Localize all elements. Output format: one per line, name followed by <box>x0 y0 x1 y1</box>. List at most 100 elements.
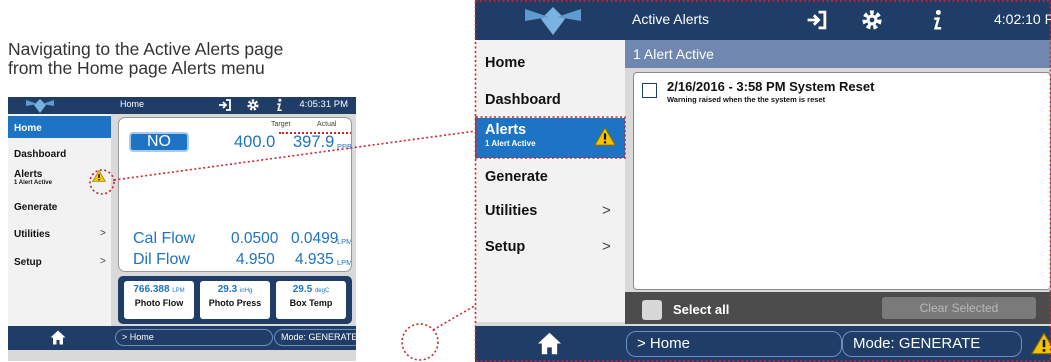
top-bar: Active Alerts 4:02:10 PM <box>475 0 1051 40</box>
gear-icon[interactable] <box>860 8 884 32</box>
card-label: Box Temp <box>289 298 333 308</box>
card-label: Photo Flow <box>134 298 184 308</box>
info-icon[interactable] <box>274 98 284 112</box>
clear-selected-button[interactable]: Clear Selected <box>882 297 1036 319</box>
card-unit: LPM <box>172 288 185 294</box>
sidebar-item-label: Dashboard <box>485 92 561 108</box>
card-value: 29.5 <box>292 284 313 295</box>
sidebar: Home Dashboard Alerts 1 Alert Active Gen… <box>8 114 111 326</box>
target-concentration: 400.0 <box>234 133 276 151</box>
home-icon[interactable] <box>50 330 66 345</box>
card-value-line: 29.3 inHg <box>200 284 270 295</box>
teledyne-logo-icon <box>26 99 54 113</box>
warning-triangle-icon[interactable] <box>1031 332 1051 355</box>
sidebar-item-label: Generate <box>485 169 548 185</box>
sidebar-item-dashboard[interactable]: Dashboard <box>475 81 625 118</box>
annotation-connector <box>432 304 477 331</box>
cal-flow-actual: 0.0499 <box>291 230 339 247</box>
annotation-dotted-line <box>279 132 351 134</box>
dil-flow-target: 4.950 <box>236 251 275 268</box>
sidebar-item-label: Generate <box>14 202 58 213</box>
select-all-checkbox[interactable] <box>642 300 662 320</box>
sidebar-item-label: Alerts <box>14 169 43 180</box>
photo-flow-card: 766.388 LPM Photo Flow <box>124 281 194 319</box>
screen-title: Active Alerts <box>632 11 710 27</box>
mode-indicator: Mode: GENERATE <box>274 329 356 346</box>
concentration-unit: PPB <box>337 142 352 151</box>
readings-panel: NO Target Actual 400.0 397.9 PPB Cal Flo… <box>118 117 352 272</box>
home-icon[interactable] <box>537 332 562 355</box>
sidebar-item-label: Setup <box>14 257 42 268</box>
teledyne-logo-icon <box>525 7 581 35</box>
sidebar-item-generate[interactable]: Generate <box>8 195 111 217</box>
actual-header: Actual <box>317 121 337 128</box>
photo-press-card: 29.3 inHg Photo Press <box>200 281 270 319</box>
active-alerts-screen: Active Alerts 4:02:10 PM Home Dashboard … <box>475 0 1051 362</box>
caption-line-1: Navigating to the Active Alerts page <box>8 39 284 59</box>
sidebar: Home Dashboard Alerts 1 Alert Active Gen… <box>475 40 625 322</box>
card-unit: degC <box>314 288 330 294</box>
actual-concentration: 397.9 <box>293 133 335 151</box>
sidebar-item-label: Alerts <box>485 122 527 138</box>
alert-title: 2/16/2016 - 3:58 PM System Reset <box>667 79 875 94</box>
status-cards: 766.388 LPM Photo Flow 29.3 inHg Photo P… <box>118 276 352 324</box>
dil-flow-actual: 4.935 <box>295 251 334 268</box>
dil-flow-label: Dil Flow <box>133 251 190 268</box>
sign-in-icon[interactable] <box>806 10 828 30</box>
card-unit: inHg <box>239 288 253 294</box>
card-value: 766.388 <box>133 284 170 295</box>
cal-flow-label: Cal Flow <box>133 230 196 247</box>
chevron-right-icon: > <box>100 228 106 239</box>
alert-description: Warning raised when the the system is re… <box>667 95 826 104</box>
bottom-bar: > Home Mode: GENERATE <box>8 326 356 350</box>
top-bar: Home 4:05:31 PM <box>8 97 356 114</box>
card-label: Photo Press <box>208 298 262 308</box>
breadcrumb[interactable]: > Home <box>626 331 842 357</box>
sidebar-item-utilities[interactable]: Utilities > <box>8 222 111 244</box>
screen-title: Home <box>120 99 145 109</box>
select-all-label[interactable]: Select all <box>673 302 729 317</box>
warning-triangle-icon <box>594 127 616 146</box>
sidebar-item-label: Utilities <box>485 203 538 219</box>
dil-flow-unit: LPM <box>337 258 352 267</box>
sidebar-item-home[interactable]: Home <box>8 116 111 138</box>
bottom-bar: > Home Mode: GENERATE <box>475 326 1051 362</box>
footer-warning-highlight <box>401 323 439 361</box>
selection-bar: Select all Clear Selected <box>625 292 1051 324</box>
alert-list: 2/16/2016 - 3:58 PM System Reset Warning… <box>633 72 1051 290</box>
card-value-line: 29.5 degC <box>276 284 346 295</box>
mode-indicator: Mode: GENERATE <box>842 331 1022 357</box>
cal-flow-target: 0.0500 <box>231 230 279 247</box>
alert-checkbox[interactable] <box>642 83 657 98</box>
target-header: Target <box>271 121 291 128</box>
box-temp-card: 29.5 degC Box Temp <box>276 281 346 319</box>
alert-count-header: 1 Alert Active <box>625 40 1051 68</box>
chevron-right-icon: > <box>100 256 106 267</box>
sidebar-item-setup[interactable]: Setup > <box>475 228 625 265</box>
cal-flow-unit: LPM <box>337 237 352 246</box>
figure-caption: Navigating to the Active Alerts page fro… <box>8 40 408 78</box>
sidebar-item-alerts[interactable]: Alerts 1 Alert Active <box>475 118 625 158</box>
gas-select-button[interactable]: NO <box>129 132 189 152</box>
gear-icon[interactable] <box>246 98 260 112</box>
sidebar-item-alerts[interactable]: Alerts 1 Alert Active <box>8 164 111 186</box>
card-value-line: 766.388 LPM <box>124 284 194 295</box>
info-icon[interactable] <box>930 9 944 31</box>
sidebar-item-utilities[interactable]: Utilities > <box>475 192 625 229</box>
sidebar-item-label: Home <box>14 123 42 134</box>
warning-triangle-icon <box>92 170 106 182</box>
clock: 4:05:31 PM <box>299 99 348 110</box>
breadcrumb[interactable]: > Home <box>115 329 273 346</box>
sign-in-icon[interactable] <box>218 99 232 111</box>
chevron-right-icon: > <box>602 238 611 255</box>
sidebar-item-label: Home <box>485 55 526 71</box>
caption-line-2: from the Home page Alerts menu <box>8 58 265 78</box>
sidebar-item-label: Utilities <box>14 229 51 240</box>
sidebar-item-label: Dashboard <box>14 149 67 160</box>
sidebar-item-setup[interactable]: Setup > <box>8 250 111 272</box>
sidebar-item-dashboard[interactable]: Dashboard <box>8 142 111 164</box>
sidebar-item-home[interactable]: Home <box>475 44 625 81</box>
chevron-right-icon: > <box>602 202 611 219</box>
card-value: 29.3 <box>217 284 238 295</box>
sidebar-item-generate[interactable]: Generate <box>475 158 625 195</box>
